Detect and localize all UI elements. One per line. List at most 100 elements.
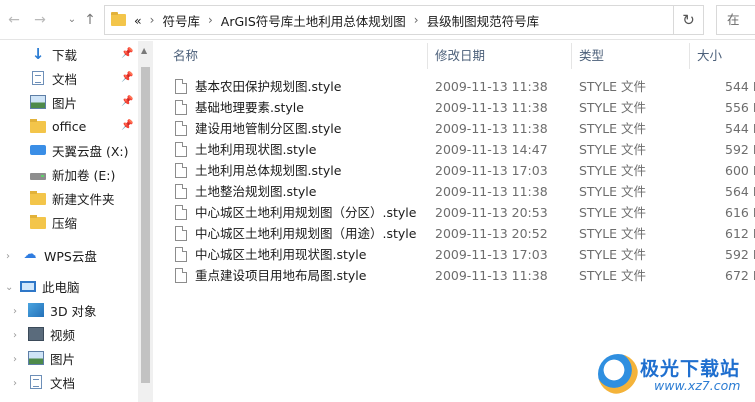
scrollbar-thumb[interactable] bbox=[141, 67, 150, 383]
file-size: 592 K bbox=[725, 142, 755, 157]
column-header-type[interactable]: 类型 bbox=[571, 41, 689, 71]
sidebar-item-compressed[interactable]: 压缩 bbox=[30, 211, 155, 233]
recent-locations-button[interactable]: ⌄ bbox=[62, 9, 82, 31]
file-row[interactable]: 建设用地管制分区图.style 2009-11-13 11:38 STYLE 文件 5… bbox=[165, 118, 755, 139]
file-icon bbox=[175, 226, 187, 241]
sidebar-item-pictures[interactable]: 图片 bbox=[30, 91, 155, 113]
scroll-up-icon[interactable]: ▲ bbox=[141, 46, 147, 55]
column-header-name[interactable]: 名称 bbox=[165, 41, 427, 71]
sidebar-item-downloads[interactable]: ↓ 下载 bbox=[30, 43, 155, 65]
file-date: 2009-11-13 20:52 bbox=[435, 226, 548, 241]
file-row[interactable]: 土地整治规划图.style 2009-11-13 11:38 STYLE 文件 564… bbox=[165, 181, 755, 202]
sidebar-item-documents[interactable]: 文档 bbox=[30, 67, 155, 89]
document-icon bbox=[30, 375, 42, 389]
file-name: 中心城区土地利用规划图（用途）.style bbox=[195, 226, 417, 241]
pin-icon[interactable]: 📌 bbox=[121, 72, 133, 83]
file-icon bbox=[175, 163, 187, 178]
cloud-drive-icon bbox=[30, 145, 46, 155]
file-icon bbox=[175, 100, 187, 115]
file-row[interactable]: 基本农田保护规划图.style 2009-11-13 11:38 STYLE 文件 5… bbox=[165, 76, 755, 97]
file-name-cell[interactable]: 中心城区土地利用现状图.style bbox=[175, 244, 366, 265]
breadcrumb-item[interactable]: 符号库 bbox=[162, 11, 200, 30]
address-bar[interactable]: « › 符号库 › ArGIS符号库土地利用总体规划图 › 县级制图规范符号库 bbox=[104, 5, 674, 35]
breadcrumb-item[interactable]: 县级制图规范符号库 bbox=[427, 11, 540, 30]
file-name-cell[interactable]: 中心城区土地利用规划图（分区）.style bbox=[175, 202, 416, 223]
sidebar-item-label: 视频 bbox=[50, 327, 76, 343]
file-size: 544 K bbox=[725, 121, 755, 136]
file-icon bbox=[175, 142, 187, 157]
sidebar-item-office[interactable]: office bbox=[30, 115, 155, 137]
sidebar-item-new-folder[interactable]: 新建文件夹 bbox=[30, 187, 155, 209]
refresh-icon: ↻ bbox=[682, 11, 695, 29]
refresh-button[interactable]: ↻ bbox=[674, 5, 704, 35]
file-row[interactable]: 中心城区土地利用现状图.style 2009-11-13 17:03 STYLE 文… bbox=[165, 244, 755, 265]
breadcrumb-item[interactable]: ArGIS符号库土地利用总体规划图 bbox=[221, 11, 406, 30]
sidebar-scrollbar[interactable]: ▲ bbox=[138, 41, 153, 402]
file-size: 564 K bbox=[725, 184, 755, 199]
forward-button[interactable]: → bbox=[30, 9, 50, 31]
pin-icon[interactable]: 📌 bbox=[121, 48, 133, 59]
file-size: 612 K bbox=[725, 226, 755, 241]
pin-icon[interactable]: 📌 bbox=[121, 96, 133, 107]
breadcrumb-overflow[interactable]: « bbox=[134, 13, 142, 28]
sidebar-item-3d-objects[interactable]: 3D 对象 bbox=[28, 299, 155, 321]
column-header-size[interactable]: 大小 bbox=[689, 41, 755, 71]
file-name: 土地整治规划图.style bbox=[195, 184, 317, 199]
file-icon bbox=[175, 247, 187, 262]
folder-icon bbox=[30, 215, 46, 229]
chevron-right-icon[interactable]: › bbox=[13, 378, 17, 389]
file-name-cell[interactable]: 土地利用总体规划图.style bbox=[175, 160, 341, 181]
sidebar-item-label: 文档 bbox=[50, 375, 76, 391]
file-name-cell[interactable]: 土地利用现状图.style bbox=[175, 139, 316, 160]
file-type: STYLE 文件 bbox=[579, 163, 647, 178]
sidebar-item-label: 文档 bbox=[52, 71, 78, 87]
column-header-date[interactable]: 修改日期 bbox=[427, 41, 571, 71]
up-button[interactable]: ↑ bbox=[80, 9, 100, 31]
file-name-cell[interactable]: 重点建设项目用地布局图.style bbox=[175, 265, 366, 286]
sidebar-item-videos[interactable]: 视频 bbox=[28, 323, 155, 345]
file-size: 672 K bbox=[725, 268, 755, 283]
file-row[interactable]: 土地利用总体规划图.style 2009-11-13 17:03 STYLE 文件 6… bbox=[165, 160, 755, 181]
file-size: 600 K bbox=[725, 163, 755, 178]
sidebar-item-pc-documents[interactable]: 文档 bbox=[28, 371, 155, 393]
file-icon bbox=[175, 79, 187, 94]
wps-cloud-icon: ☁ bbox=[23, 247, 37, 262]
sidebar-item-volume-e[interactable]: 新加卷 (E:) bbox=[30, 163, 155, 185]
download-icon: ↓ bbox=[31, 45, 45, 63]
drive-icon bbox=[30, 173, 46, 180]
file-name-cell[interactable]: 建设用地管制分区图.style bbox=[175, 118, 341, 139]
file-row[interactable]: 中心城区土地利用规划图（用途）.style 2009-11-13 20:52 STY… bbox=[165, 223, 755, 244]
file-row[interactable]: 土地利用现状图.style 2009-11-13 14:47 STYLE 文件 592… bbox=[165, 139, 755, 160]
file-type: STYLE 文件 bbox=[579, 121, 647, 136]
file-date: 2009-11-13 11:38 bbox=[435, 268, 548, 283]
file-row[interactable]: 中心城区土地利用规划图（分区）.style 2009-11-13 20:53 STY… bbox=[165, 202, 755, 223]
file-date: 2009-11-13 20:53 bbox=[435, 205, 548, 220]
file-type: STYLE 文件 bbox=[579, 247, 647, 262]
sidebar-item-tianyi-drive[interactable]: 天翼云盘 (X:) bbox=[30, 139, 155, 161]
back-button[interactable]: ← bbox=[4, 9, 24, 31]
sidebar-item-wps-cloud[interactable]: ☁ WPS云盘 bbox=[22, 244, 155, 266]
file-name: 重点建设项目用地布局图.style bbox=[195, 268, 367, 283]
chevron-right-icon[interactable]: › bbox=[13, 354, 17, 365]
sidebar-item-label: 下载 bbox=[52, 47, 78, 63]
chevron-down-icon: ⌄ bbox=[67, 14, 77, 25]
chevron-right-icon[interactable]: › bbox=[6, 251, 10, 262]
file-name-cell[interactable]: 中心城区土地利用规划图（用途）.style bbox=[175, 223, 416, 244]
sidebar-item-pc-pictures[interactable]: 图片 bbox=[28, 347, 155, 369]
file-name-cell[interactable]: 基础地理要素.style bbox=[175, 97, 304, 118]
search-input[interactable]: 在 bbox=[716, 5, 755, 35]
file-date: 2009-11-13 17:03 bbox=[435, 163, 548, 178]
pin-icon[interactable]: 📌 bbox=[121, 120, 133, 131]
sidebar-item-this-pc[interactable]: 此电脑 bbox=[20, 275, 155, 297]
chevron-right-icon[interactable]: › bbox=[13, 306, 17, 317]
chevron-down-icon[interactable]: ⌄ bbox=[5, 282, 13, 293]
logo-icon bbox=[598, 354, 638, 394]
file-type: STYLE 文件 bbox=[579, 268, 647, 283]
file-row[interactable]: 基础地理要素.style 2009-11-13 11:38 STYLE 文件 556 … bbox=[165, 97, 755, 118]
arrow-up-icon: ↑ bbox=[84, 12, 96, 28]
chevron-right-icon[interactable]: › bbox=[13, 330, 17, 341]
file-name-cell[interactable]: 基本农田保护规划图.style bbox=[175, 76, 341, 97]
file-name-cell[interactable]: 土地整治规划图.style bbox=[175, 181, 316, 202]
file-icon bbox=[175, 121, 187, 136]
file-row[interactable]: 重点建设项目用地布局图.style 2009-11-13 11:38 STYLE 文… bbox=[165, 265, 755, 286]
